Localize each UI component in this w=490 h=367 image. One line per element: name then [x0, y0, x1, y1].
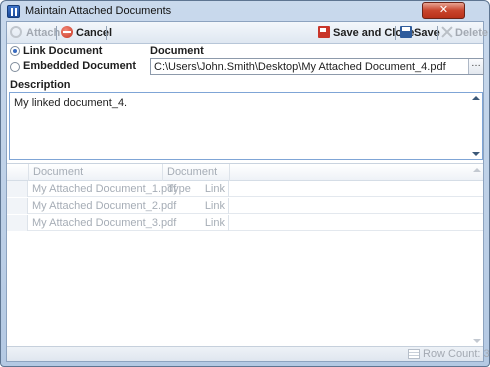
delete-button[interactable]: Delete	[441, 26, 488, 40]
grid-header: Document Document Type	[7, 164, 483, 195]
row-count-value: 3	[483, 348, 490, 360]
dialog-client-area: Attach Cancel Save and Close Save Delete	[6, 21, 490, 362]
column-header-document[interactable]: Document	[29, 164, 163, 181]
document-type-cell: Link	[163, 198, 229, 214]
table-row[interactable]: My Attached Document_2.pdf Link	[7, 198, 483, 214]
browse-button[interactable]: …	[468, 59, 483, 74]
dialog-window: Maintain Attached Documents ✕ Attach Can…	[0, 0, 490, 367]
grid-scrollbar[interactable]	[471, 164, 483, 347]
title-bar[interactable]: Maintain Attached Documents ✕	[1, 1, 489, 21]
document-cell: My Attached Document_1.pdf	[32, 183, 177, 195]
row-selector[interactable]	[7, 215, 28, 231]
save-and-close-button[interactable]: Save and Close	[318, 26, 414, 40]
window-title: Maintain Attached Documents	[25, 5, 172, 17]
link-document-label[interactable]: Link Document	[23, 45, 102, 57]
document-cell: My Attached Document_2.pdf	[32, 200, 177, 212]
save-button[interactable]: Save	[400, 26, 440, 40]
document-type-cell: Link	[163, 215, 229, 231]
document-label: Document	[150, 45, 204, 57]
close-icon: ✕	[438, 4, 449, 16]
description-scrollbar[interactable]	[470, 93, 482, 159]
row-selector[interactable]	[7, 198, 28, 214]
attach-icon	[10, 26, 22, 38]
scroll-down-icon[interactable]	[472, 152, 480, 156]
column-header-document-type[interactable]: Document Type	[163, 164, 230, 195]
document-cell: My Attached Document_3.pdf	[32, 217, 177, 229]
row-count-label: Row Count:	[423, 348, 481, 360]
app-icon	[7, 5, 20, 18]
close-button[interactable]: ✕	[422, 2, 465, 19]
save-label: Save	[414, 27, 440, 39]
grid-icon	[408, 349, 420, 359]
row-selector[interactable]	[7, 181, 28, 197]
toolbar-separator	[56, 26, 57, 40]
save-icon	[400, 26, 412, 38]
attach-button[interactable]: Attach	[10, 26, 60, 40]
link-document-radio[interactable]	[10, 46, 20, 56]
toolbar-separator	[395, 26, 396, 40]
scroll-up-icon[interactable]	[472, 96, 480, 100]
toolbar: Attach Cancel Save and Close Save Delete	[7, 22, 488, 44]
row-count-text: Row Count: 3	[423, 348, 490, 360]
cancel-icon	[61, 26, 73, 38]
description-textarea[interactable]: My linked document_4.	[9, 92, 483, 160]
delete-label: Delete	[455, 27, 489, 39]
table-row[interactable]: My Attached Document_3.pdf Link	[7, 215, 483, 231]
document-path-field[interactable]: C:\Users\John.Smith\Desktop\My Attached …	[150, 58, 484, 75]
document-path-value: C:\Users\John.Smith\Desktop\My Attached …	[154, 61, 446, 73]
row-selector-header	[7, 164, 29, 181]
document-type-cell: Link	[163, 181, 229, 197]
delete-icon	[441, 26, 453, 38]
embedded-document-radio[interactable]	[10, 62, 20, 72]
scroll-up-icon[interactable]	[473, 168, 481, 172]
documents-grid: Document Document Type My Attached Docum…	[7, 163, 483, 346]
embedded-document-label[interactable]: Embedded Document	[23, 60, 136, 72]
status-bar: Row Count: 3	[7, 346, 490, 361]
ellipsis-icon: …	[471, 58, 481, 69]
toolbar-separator	[437, 26, 438, 40]
table-row[interactable]: My Attached Document_1.pdf Link	[7, 181, 483, 197]
description-value: My linked document_4.	[14, 97, 128, 109]
save-and-close-icon	[318, 26, 330, 38]
scroll-down-icon[interactable]	[473, 339, 481, 343]
toolbar-separator	[106, 26, 107, 40]
description-label: Description	[10, 79, 71, 91]
